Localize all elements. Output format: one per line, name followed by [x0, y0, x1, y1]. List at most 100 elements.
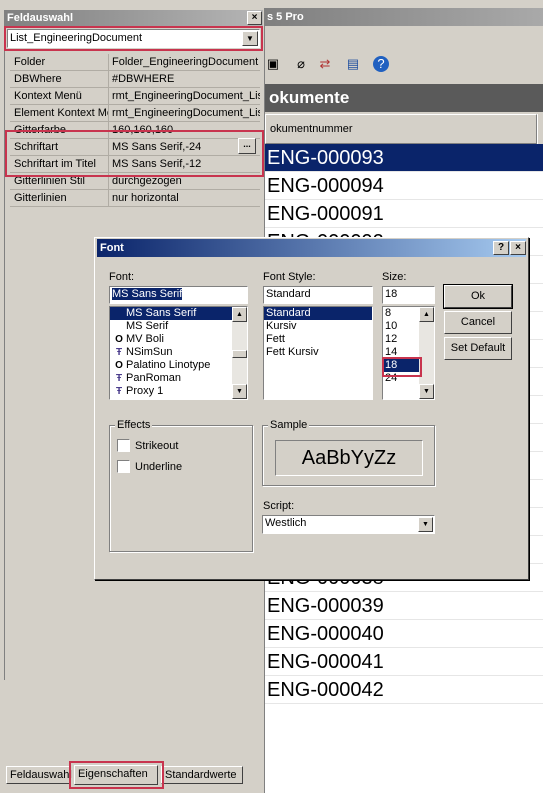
scroll-up-icon[interactable]: ▲	[232, 307, 247, 322]
font-style-item[interactable]: Fett Kursiv	[264, 346, 372, 359]
property-value[interactable]: Folder_EngineeringDocument	[110, 54, 260, 70]
size-item[interactable]: 12	[383, 333, 419, 346]
effects-group	[109, 425, 253, 552]
scroll-down-icon[interactable]: ▼	[232, 384, 247, 399]
table-row[interactable]: ENG-000041	[265, 648, 543, 676]
font-name: Proxy 1	[126, 385, 164, 397]
column-header-documentnumber[interactable]: okumentnummer	[265, 114, 537, 144]
property-row[interactable]: Kontext Menü rmt_EngineeringDocument_List	[10, 88, 260, 105]
dialog-title: Font	[97, 239, 526, 257]
opentype-icon: O	[115, 360, 123, 371]
font-name: NSimSun	[126, 346, 173, 358]
property-value[interactable]: rmt_EngineeringDocument_List	[110, 88, 260, 104]
tab-standardwerte[interactable]: Standardwerte	[161, 766, 243, 784]
cancel-button[interactable]: Cancel	[444, 311, 512, 334]
font-list-scrollbar[interactable]: ▲ ▼	[232, 307, 247, 399]
property-row[interactable]: Gitterlinien nur horizontal	[10, 190, 260, 207]
close-button[interactable]: ×	[510, 241, 526, 255]
font-style-input[interactable]: Standard	[263, 286, 373, 304]
scroll-down-icon[interactable]: ▼	[419, 384, 434, 399]
font-style-list[interactable]: Standard Kursiv Fett Fett Kursiv	[263, 306, 373, 400]
list-header: okumente	[265, 84, 543, 112]
font-list-items: MS Sans Serif MS Serif O MV Boli Ŧ NSimSun O Pa…	[110, 307, 247, 398]
font-style-label: Font Style:	[263, 271, 316, 283]
script-select[interactable]: Westlich	[262, 515, 435, 534]
truetype-icon: Ŧ	[115, 347, 123, 358]
size-list[interactable]: 8 10 12 14 18 24 ▲ ▼	[382, 306, 435, 400]
font-list-item[interactable]: O Palatino Linotype	[110, 359, 232, 372]
opentype-icon: O	[115, 334, 123, 345]
font-list-item[interactable]: MS Serif	[110, 320, 232, 333]
property-value[interactable]: nur horizontal	[110, 190, 260, 206]
property-row[interactable]: DBWhere #DBWHERE	[10, 71, 260, 88]
font-name-input[interactable]: MS Sans Serif	[109, 286, 248, 304]
size-item[interactable]: 10	[383, 320, 419, 333]
font-name: MS Sans Serif	[126, 307, 197, 319]
strikeout-checkbox[interactable]	[117, 439, 130, 452]
font-name: MV Boli	[126, 333, 164, 345]
underline-label: Underline	[135, 461, 183, 473]
font-name: PanRoman	[126, 372, 182, 384]
property-value[interactable]: #DBWHERE	[110, 71, 260, 87]
property-name: Gitterlinien	[10, 190, 109, 206]
font-label: Font:	[109, 271, 135, 283]
property-name: Kontext Menü	[10, 88, 109, 104]
font-list[interactable]: MS Sans Serif MS Serif O MV Boli Ŧ NSimSun O Pa…	[109, 306, 248, 400]
scroll-thumb[interactable]	[232, 350, 247, 358]
ok-button[interactable]: Ok	[443, 284, 513, 309]
panel-close-button[interactable]: ×	[247, 11, 262, 25]
chevron-down-icon[interactable]: ▼	[418, 517, 433, 532]
highlight-size	[382, 357, 422, 377]
app-title: s 5 Pro	[265, 8, 543, 26]
highlight-combo	[4, 26, 263, 51]
table-row[interactable]: ENG-000093	[265, 144, 543, 172]
font-list-item[interactable]: Ŧ NSimSun	[110, 346, 232, 359]
property-name: Element Kontext Menü	[10, 105, 109, 121]
toolbar-printer-icon[interactable]: ▣	[265, 56, 281, 72]
property-row[interactable]: Element Kontext Menürmt_EngineeringDocum…	[10, 105, 260, 122]
property-name: DBWhere	[10, 71, 109, 87]
help-icon[interactable]: ?	[373, 56, 389, 72]
font-list-item[interactable]: Ŧ PanRoman	[110, 372, 232, 385]
properties-icon[interactable]: ▤	[345, 56, 361, 72]
truetype-icon: Ŧ	[115, 373, 123, 384]
font-style-item[interactable]: Kursiv	[264, 320, 372, 333]
help-button[interactable]: ?	[493, 241, 509, 255]
paperclip-icon[interactable]: ⌀	[293, 56, 309, 72]
highlight-tab	[69, 761, 164, 789]
tab-feldauswahl[interactable]: Feldauswahl	[6, 766, 72, 784]
font-list-item[interactable]: Ŧ Proxy 1	[110, 385, 232, 398]
font-name: Palatino Linotype	[126, 359, 211, 371]
highlight-font-properties	[5, 130, 264, 177]
font-list-item[interactable]: MS Sans Serif	[110, 307, 232, 320]
script-label: Script:	[263, 500, 295, 512]
table-row[interactable]: ENG-000091	[265, 200, 543, 228]
table-row[interactable]: ENG-000039	[265, 592, 543, 620]
table-row[interactable]: ENG-000094	[265, 172, 543, 200]
underline-checkbox[interactable]	[117, 460, 130, 473]
scroll-up-icon[interactable]: ▲	[419, 307, 434, 322]
set-default-button[interactable]: Set Default	[444, 337, 512, 360]
font-style-item[interactable]: Standard	[264, 307, 372, 320]
size-list-scrollbar[interactable]: ▲ ▼	[419, 307, 434, 399]
property-value[interactable]: rmt_EngineeringDocument_List	[110, 105, 260, 121]
font-name-value: MS Sans Serif	[112, 288, 183, 300]
property-row[interactable]: Folder Folder_EngineeringDocument	[10, 54, 260, 71]
panel-title: Feldauswahl	[4, 10, 263, 27]
toolbar: ▣ ⌀ ⇄ ▤ ?	[265, 50, 543, 78]
size-input[interactable]: 18	[382, 286, 435, 304]
column-header-next[interactable]	[537, 114, 543, 144]
table-row[interactable]: ENG-000042	[265, 676, 543, 704]
sample-preview: AaBbYyZz	[275, 440, 423, 476]
effects-label: Effects	[115, 419, 153, 431]
font-list-item[interactable]: O MV Boli	[110, 333, 232, 346]
size-label: Size:	[382, 271, 407, 283]
transfer-icon[interactable]: ⇄	[317, 56, 333, 72]
size-item[interactable]: 8	[383, 307, 419, 320]
font-style-items: Standard Kursiv Fett Fett Kursiv	[264, 307, 372, 359]
font-style-item[interactable]: Fett	[264, 333, 372, 346]
table-row[interactable]: ENG-000040	[265, 620, 543, 648]
sample-label: Sample	[268, 419, 310, 431]
property-name: Folder	[10, 54, 109, 70]
truetype-icon: Ŧ	[115, 386, 123, 397]
